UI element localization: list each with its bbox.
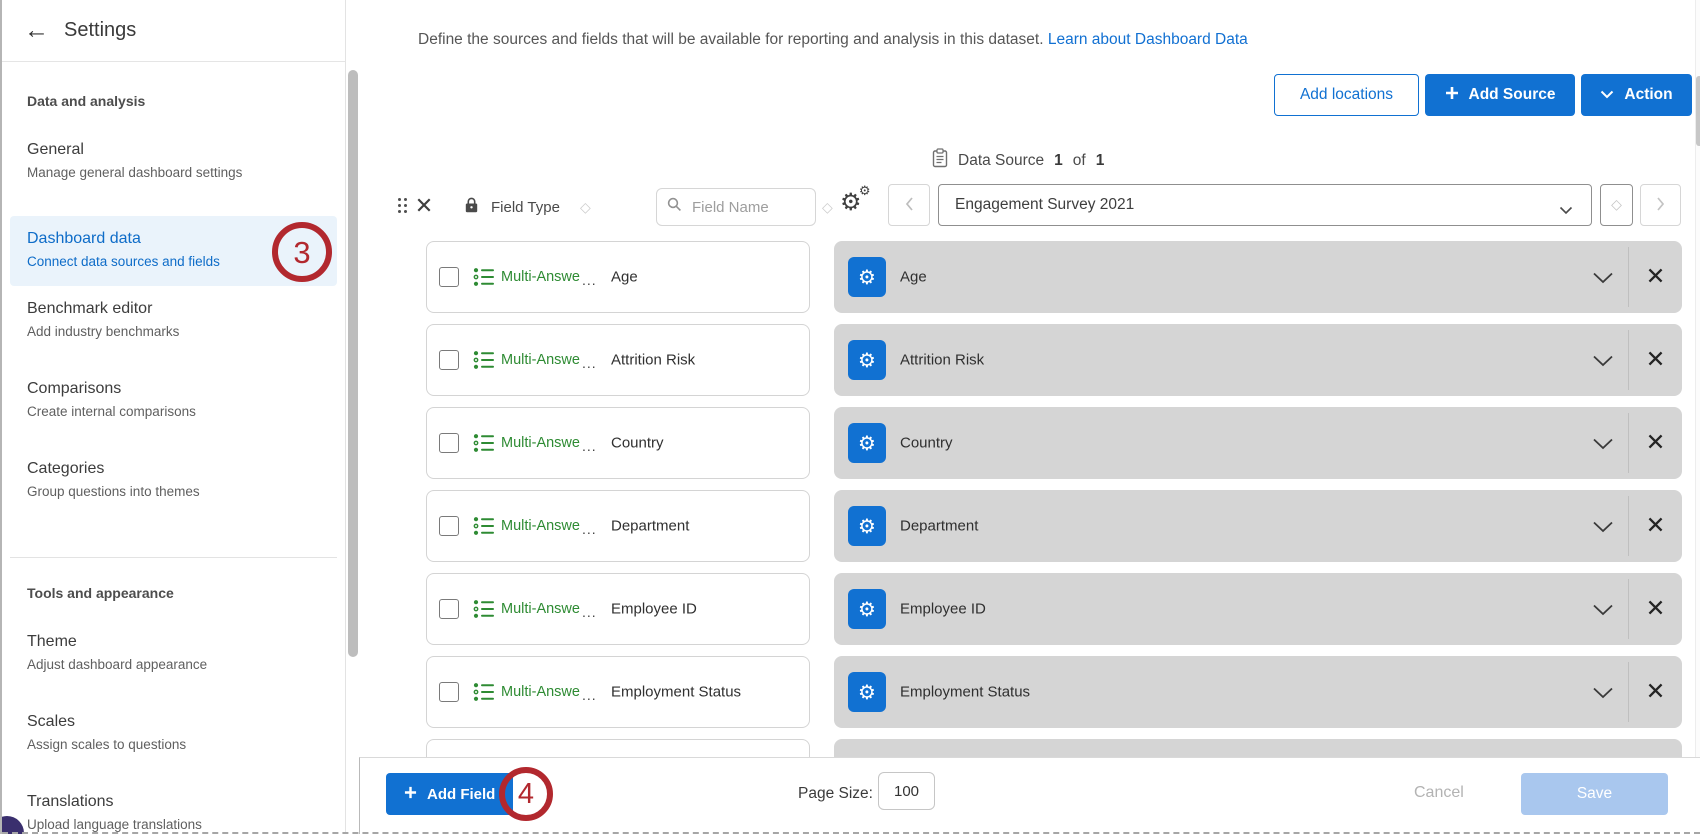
row-checkbox[interactable]: [439, 682, 459, 702]
field-name-label: Age: [611, 269, 638, 286]
field-settings-button[interactable]: ⚙: [848, 340, 886, 380]
multi-answer-list-icon: [473, 267, 495, 287]
field-type-label: Multi-Answe: [501, 352, 580, 368]
field-card[interactable]: Multi-Answe... Attrition Risk: [426, 324, 810, 396]
field-name-label: Department: [611, 518, 689, 535]
remove-field-button[interactable]: [1629, 656, 1682, 728]
field-type-label: Multi-Answe: [501, 435, 580, 451]
chevron-down-icon[interactable]: [1592, 354, 1616, 366]
gear-icon: ⚙: [858, 597, 876, 621]
field-type-label: Multi-Answe: [501, 684, 580, 700]
truncation-ellipsis: ...: [582, 438, 597, 454]
main-scrollbar-thumb[interactable]: [1696, 76, 1700, 146]
mapped-field-row: ⚙ Employment Status: [834, 656, 1682, 728]
field-card[interactable]: Multi-Answe... Country: [426, 407, 810, 479]
close-icon: [1647, 682, 1664, 702]
truncation-ellipsis: ...: [582, 604, 597, 620]
close-icon: [1647, 516, 1664, 536]
mapped-field-name: Attrition Risk: [900, 352, 984, 369]
chevron-down-icon[interactable]: [1592, 271, 1616, 283]
field-type-label: Multi-Answe: [501, 518, 580, 534]
field-name-label: Country: [611, 435, 664, 452]
mapped-field-row: ⚙ Employee ID: [834, 573, 1682, 645]
mapped-field-row: ⚙ Age: [834, 241, 1682, 313]
mapped-field-name: Country: [900, 435, 953, 452]
multi-answer-list-icon: [473, 350, 495, 370]
truncation-ellipsis: ...: [582, 272, 597, 288]
annotation-circle-3: 3: [272, 222, 332, 282]
chevron-down-icon[interactable]: [1592, 603, 1616, 615]
field-settings-button[interactable]: ⚙: [848, 672, 886, 712]
remove-field-button[interactable]: [1629, 324, 1682, 396]
row-checkbox[interactable]: [439, 267, 459, 287]
row-checkbox[interactable]: [439, 516, 459, 536]
field-rows: Multi-Answe... Age ⚙ Age Multi-Answe... …: [2, 0, 1700, 834]
field-type-label: Multi-Answe: [501, 601, 580, 617]
mapped-field-name: Age: [900, 269, 927, 286]
chevron-down-icon[interactable]: [1592, 520, 1616, 532]
remove-field-button[interactable]: [1629, 407, 1682, 479]
close-icon: [1647, 350, 1664, 370]
mapped-field-name: Department: [900, 518, 978, 535]
field-name-label: Employment Status: [611, 684, 741, 701]
gear-icon: ⚙: [858, 348, 876, 372]
gear-icon: ⚙: [858, 431, 876, 455]
chevron-down-icon[interactable]: [1592, 686, 1616, 698]
remove-field-button[interactable]: [1629, 241, 1682, 313]
mapped-field-name: Employee ID: [900, 601, 986, 618]
mapped-field-row: ⚙ Department: [834, 490, 1682, 562]
dashboard-settings-page: ← Settings Data and analysis General Man…: [0, 0, 1700, 834]
annotation-circle-4: 4: [499, 767, 553, 821]
footer-bar: Add Field 4 Page Size: Cancel Save: [359, 757, 1700, 834]
multi-answer-list-icon: [473, 599, 495, 619]
field-settings-button[interactable]: ⚙: [848, 257, 886, 297]
page-size-input[interactable]: [878, 772, 935, 810]
field-card[interactable]: Multi-Answe... Age: [426, 241, 810, 313]
mapped-field-row: ⚙ Country: [834, 407, 1682, 479]
add-field-button[interactable]: Add Field: [386, 773, 513, 815]
remove-field-button[interactable]: [1629, 490, 1682, 562]
field-name-label: Employee ID: [611, 601, 697, 618]
page-size-label: Page Size:: [798, 785, 873, 803]
multi-answer-list-icon: [473, 433, 495, 453]
save-button[interactable]: Save: [1521, 773, 1668, 815]
cancel-button[interactable]: Cancel: [1408, 783, 1470, 803]
row-checkbox[interactable]: [439, 350, 459, 370]
field-settings-button[interactable]: ⚙: [848, 589, 886, 629]
multi-answer-list-icon: [473, 516, 495, 536]
field-card[interactable]: Multi-Answe... Employment Status: [426, 656, 810, 728]
field-settings-button[interactable]: ⚙: [848, 506, 886, 546]
field-name-label: Attrition Risk: [611, 352, 695, 369]
remove-field-button[interactable]: [1629, 573, 1682, 645]
mapped-field-name: Employment Status: [900, 684, 1030, 701]
gear-icon: ⚙: [858, 514, 876, 538]
truncation-ellipsis: ...: [582, 521, 597, 537]
close-icon: [1647, 267, 1664, 287]
gear-icon: ⚙: [858, 265, 876, 289]
multi-answer-list-icon: [473, 682, 495, 702]
main-content: Define the sources and fields that will …: [2, 0, 1700, 834]
chevron-down-icon[interactable]: [1592, 437, 1616, 449]
field-type-label: Multi-Answe: [501, 269, 580, 285]
close-icon: [1647, 433, 1664, 453]
field-settings-button[interactable]: ⚙: [848, 423, 886, 463]
close-icon: [1647, 599, 1664, 619]
truncation-ellipsis: ...: [582, 687, 597, 703]
plus-icon: [404, 786, 417, 803]
gear-icon: ⚙: [858, 680, 876, 704]
row-checkbox[interactable]: [439, 433, 459, 453]
mapped-field-row: ⚙ Attrition Risk: [834, 324, 1682, 396]
field-card[interactable]: Multi-Answe... Employee ID: [426, 573, 810, 645]
row-checkbox[interactable]: [439, 599, 459, 619]
truncation-ellipsis: ...: [582, 355, 597, 371]
field-card[interactable]: Multi-Answe... Department: [426, 490, 810, 562]
